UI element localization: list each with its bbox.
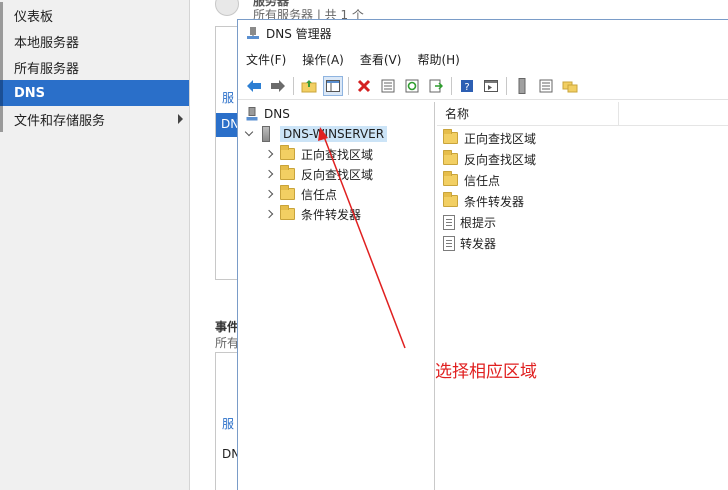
list-item-label: 转发器 (460, 236, 497, 251)
chevron-down-icon[interactable] (244, 127, 254, 137)
column-header-name[interactable]: 名称 (437, 101, 619, 126)
tree-label: 信任点 (301, 187, 338, 202)
events-title: 事件 (215, 320, 240, 334)
title-bar[interactable]: DNS 管理器 (238, 20, 728, 46)
menu-view[interactable]: 查看(V) (352, 51, 410, 68)
panel-label: 服 (222, 91, 235, 105)
window-title: DNS 管理器 (266, 26, 332, 41)
details-pane: 名称 正向查找区域 反向查找区域 信任点 条件转发器 根提示 转发器 (437, 101, 728, 490)
dns-app-icon (246, 26, 260, 40)
tree-label: DNS-WINSERVER (280, 126, 388, 142)
list-item-label: 根提示 (460, 215, 497, 230)
chevron-right-icon[interactable] (264, 189, 274, 199)
menu-help[interactable]: 帮助(H) (409, 51, 467, 68)
menu-action[interactable]: 操作(A) (294, 51, 352, 68)
folder-icon (280, 145, 295, 160)
sidebar-item-label: 文件和存储服务 (14, 113, 106, 129)
dns-manager-window: DNS 管理器 文件(F) 操作(A) 查看(V) 帮助(H) ? DNS DN… (237, 19, 728, 490)
document-icon (443, 235, 455, 251)
tree-label: 正向查找区域 (301, 147, 374, 162)
toolbar: ? (238, 72, 728, 100)
list-item[interactable]: 转发器 (443, 233, 496, 253)
sidebar-item-label: 仪表板 (14, 9, 54, 25)
tree-label: 反向查找区域 (301, 167, 374, 182)
list-item[interactable]: 信任点 (443, 170, 500, 190)
forward-arrow-icon[interactable] (268, 76, 288, 96)
panel-label: 服 (222, 417, 235, 431)
tree-label: DNS (264, 107, 290, 121)
server-manager-sidebar: 仪表板 本地服务器 所有服务器 DNS 文件和存储服务 (0, 0, 190, 490)
folder-tree-icon[interactable] (560, 76, 580, 96)
sidebar-item-label: 本地服务器 (14, 35, 80, 51)
folder-icon (280, 185, 295, 200)
server-group-icon (215, 0, 239, 16)
sidebar-item-dashboard[interactable]: 仪表板 (0, 2, 189, 28)
chevron-right-icon[interactable] (264, 209, 274, 219)
sidebar-item-label: 所有服务器 (14, 61, 80, 77)
sidebar-item-file-storage[interactable]: 文件和存储服务 (0, 106, 189, 132)
list-item-label: 信任点 (464, 173, 501, 188)
sidebar-item-all-servers[interactable]: 所有服务器 (0, 54, 189, 80)
list-item[interactable]: 反向查找区域 (443, 149, 536, 169)
sidebar-item-label: DNS (14, 85, 46, 101)
properties-icon[interactable] (378, 76, 398, 96)
tree-label: 条件转发器 (301, 207, 362, 222)
svg-text:?: ? (464, 82, 469, 93)
chevron-right-icon (178, 114, 183, 124)
tree-item-conditional-forwarders[interactable]: 条件转发器 (264, 204, 362, 224)
events-subtitle: 所有 (215, 336, 240, 350)
tree-item-trust-points[interactable]: 信任点 (264, 184, 338, 204)
list-item-label: 正向查找区域 (464, 131, 537, 146)
list-header: 名称 (437, 101, 728, 126)
back-arrow-icon[interactable] (244, 76, 264, 96)
tree-item-reverse-zones[interactable]: 反向查找区域 (264, 164, 374, 184)
list-item[interactable]: 正向查找区域 (443, 128, 536, 148)
server-icon[interactable] (512, 76, 532, 96)
tree-pane: DNS DNS-WINSERVER 正向查找区域 反向查找区域 信任点 条件转发… (238, 102, 435, 490)
sidebar-item-dns[interactable]: DNS (0, 80, 189, 106)
annotation-text: 选择相应区域 (435, 362, 537, 382)
menu-file[interactable]: 文件(F) (238, 51, 294, 68)
server-icon (262, 126, 270, 142)
document-icon (443, 214, 455, 230)
tree-root-dns[interactable]: DNS (246, 104, 290, 124)
list-item-label: 反向查找区域 (464, 152, 537, 167)
folder-icon (443, 129, 458, 144)
folder-icon (280, 165, 295, 180)
delete-icon[interactable] (354, 76, 374, 96)
sidebar-item-local-server[interactable]: 本地服务器 (0, 28, 189, 54)
folder-icon (443, 192, 458, 207)
tree-item-forward-zones[interactable]: 正向查找区域 (264, 144, 374, 164)
list-item[interactable]: 根提示 (443, 212, 496, 232)
list-item[interactable]: 条件转发器 (443, 191, 524, 211)
tree-server-dns-winserver[interactable]: DNS-WINSERVER (244, 124, 388, 144)
folder-icon (443, 171, 458, 186)
dns-root-icon (246, 107, 258, 121)
up-folder-icon[interactable] (299, 76, 319, 96)
show-hide-tree-icon[interactable] (323, 75, 343, 96)
menu-bar: 文件(F) 操作(A) 查看(V) 帮助(H) (238, 48, 728, 70)
folder-icon (443, 150, 458, 165)
help-icon[interactable]: ? (457, 76, 477, 96)
chevron-right-icon[interactable] (264, 149, 274, 159)
refresh-icon[interactable] (402, 76, 422, 96)
console-pane-icon[interactable] (481, 76, 501, 96)
export-list-icon[interactable] (426, 76, 446, 96)
chevron-right-icon[interactable] (264, 169, 274, 179)
list-icon[interactable] (536, 76, 556, 96)
list-item-label: 条件转发器 (464, 194, 525, 209)
folder-icon (280, 205, 295, 220)
